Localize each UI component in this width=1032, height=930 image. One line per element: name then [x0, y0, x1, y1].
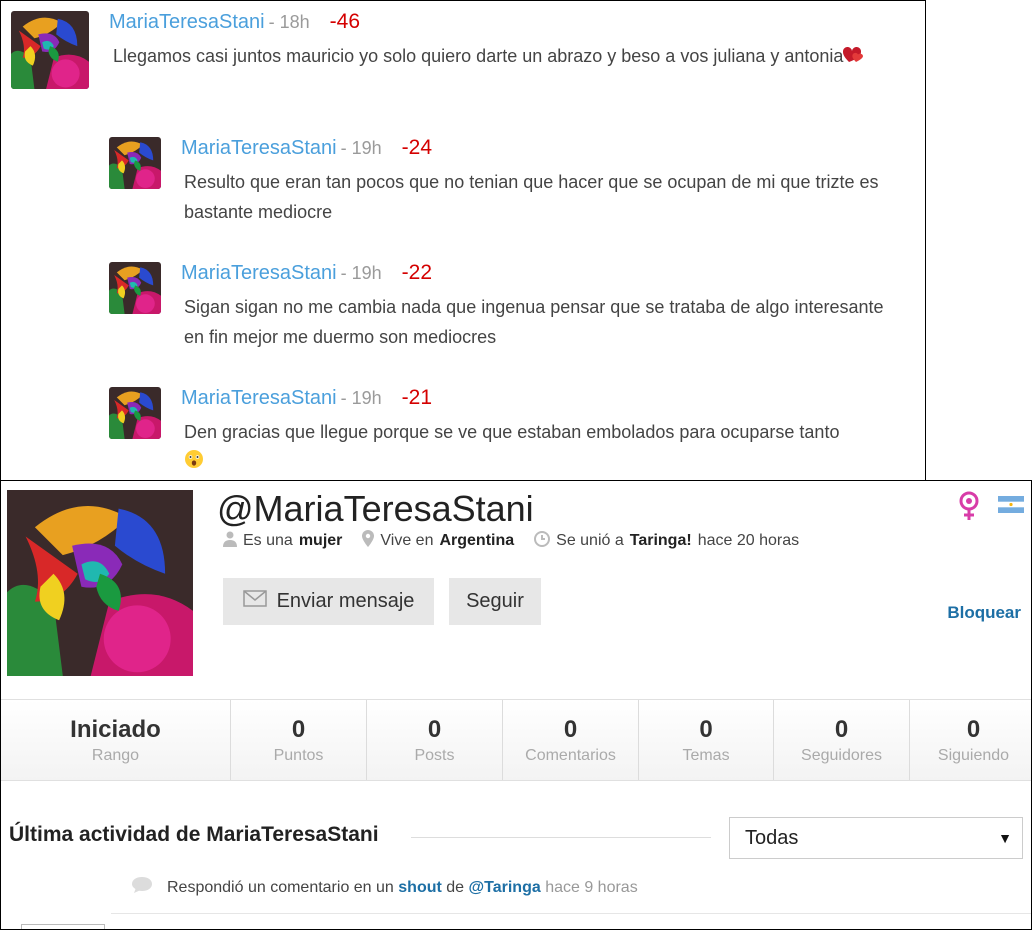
rose-avatar-image: [109, 262, 161, 314]
heart-icon: [843, 42, 864, 72]
profile-meta: Es una mujer Vive en Argentina Se unió a Ta…: [223, 530, 799, 552]
clock-icon: [534, 530, 551, 552]
activity-item: Respondió un comentario en un shout de @…: [131, 876, 638, 899]
filter-selected-value: Todas: [745, 826, 799, 849]
partial-element: [21, 924, 105, 929]
dropdown-arrow-icon: ▼: [998, 830, 1012, 846]
comment-text: Resulto que eran tan pocos que no tenian…: [184, 172, 879, 222]
stat-puntos[interactable]: 0 Puntos: [231, 700, 367, 780]
comment-time: - 18h: [268, 12, 310, 32]
activity-text-b: de: [446, 878, 465, 896]
stat-siguiendo[interactable]: 0 Siguiendo: [910, 700, 1031, 780]
avatar[interactable]: [109, 262, 161, 314]
joined-prefix: Se unió a: [556, 532, 624, 549]
female-symbol-icon: [958, 491, 980, 526]
comment-username[interactable]: MariaTeresaStani: [181, 387, 337, 409]
stat-label: Comentarios: [525, 746, 616, 764]
divider: [411, 837, 711, 838]
comment-username[interactable]: MariaTeresaStani: [109, 11, 265, 33]
activity-title: Última actividad de MariaTeresaStani: [9, 823, 379, 846]
comment-score: -21: [401, 386, 433, 409]
rose-avatar-image: [109, 137, 161, 189]
rose-profile-image: [7, 490, 193, 676]
comment-username[interactable]: MariaTeresaStani: [181, 262, 337, 284]
location-pin-icon: [362, 530, 375, 552]
stat-value: Iniciado: [70, 715, 161, 743]
joined-ago: hace 20 horas: [697, 532, 800, 549]
astonished-face-icon: [184, 448, 204, 478]
rose-avatar-image: [109, 387, 161, 439]
gender-info: Es una mujer: [223, 531, 342, 552]
stats-bar: Iniciado Rango 0 Puntos 0 Posts 0 Coment…: [1, 699, 1031, 781]
block-link[interactable]: Bloquear: [947, 603, 1021, 623]
comment-text: Llegamos casi juntos mauricio yo solo qu…: [113, 46, 844, 66]
gender-prefix: Es una: [243, 532, 293, 549]
activity-time: hace 9 horas: [545, 878, 638, 896]
location-prefix: Vive en: [380, 532, 434, 549]
comment-time: - 19h: [340, 138, 382, 158]
comment-time: - 19h: [340, 388, 382, 408]
stat-value: 0: [563, 715, 578, 743]
joined-site[interactable]: Taringa!: [630, 532, 692, 550]
activity-filter-select[interactable]: Todas ▼: [729, 817, 1023, 859]
comment-text: Den gracias que llegue porque se ve que …: [184, 422, 840, 442]
activity-text-a: Respondió un comentario en un: [167, 878, 394, 896]
stat-label: Seguidores: [801, 746, 882, 764]
rose-avatar-image: [11, 11, 89, 89]
comment-score: -22: [401, 261, 433, 284]
send-message-button[interactable]: Enviar mensaje: [223, 578, 434, 625]
stat-value: 0: [699, 715, 713, 743]
comment-time: - 19h: [340, 263, 382, 283]
stat-value: 0: [834, 715, 849, 743]
envelope-icon: [242, 590, 267, 613]
stat-value: 0: [966, 715, 981, 743]
stat-label: Rango: [91, 746, 140, 764]
user-silhouette-icon: [223, 531, 237, 552]
profile-handle: @MariaTeresaStani: [217, 488, 534, 529]
divider: [111, 913, 1031, 914]
avatar[interactable]: [109, 387, 161, 439]
location-value: Argentina: [439, 532, 515, 549]
follow-button[interactable]: Seguir: [449, 578, 541, 625]
stat-value: 0: [291, 715, 306, 743]
comment-text: Sigan sigan no me cambia nada que ingenu…: [184, 297, 884, 347]
speech-bubble-icon: [131, 876, 153, 899]
stat-label: Siguiendo: [937, 746, 1010, 764]
comments-panel: MariaTeresaStani - 18h -46 Llegamos casi j…: [0, 0, 926, 481]
comment-score: -46: [329, 10, 361, 33]
argentina-flag-icon: [998, 496, 1024, 513]
avatar[interactable]: [11, 11, 89, 89]
stat-value: 0: [427, 715, 442, 743]
stat-temas[interactable]: 0 Temas: [639, 700, 774, 780]
comment-username[interactable]: MariaTeresaStani: [181, 137, 337, 159]
stat-label: Posts: [414, 746, 455, 764]
follow-label: Seguir: [466, 590, 524, 612]
avatar[interactable]: [109, 137, 161, 189]
stat-comentarios[interactable]: 0 Comentarios: [503, 700, 639, 780]
gender-value: mujer: [298, 532, 343, 549]
stat-rango[interactable]: Iniciado Rango: [1, 700, 231, 780]
send-message-label: Enviar mensaje: [276, 590, 415, 612]
profile-panel: @MariaTeresaStani Es una mujer Vive en Arg…: [0, 480, 1032, 930]
joined-info: Se unió a Taringa! hace 20 horas: [534, 530, 800, 552]
taringa-user-link[interactable]: @Taringa: [469, 879, 541, 896]
stat-seguidores[interactable]: 0 Seguidores: [774, 700, 910, 780]
location-info: Vive en Argentina: [362, 530, 514, 552]
profile-photo: [7, 490, 193, 676]
stat-posts[interactable]: 0 Posts: [367, 700, 503, 780]
comment-score: -24: [401, 136, 433, 159]
stat-label: Puntos: [273, 746, 324, 764]
stat-label: Temas: [682, 746, 730, 764]
shout-link[interactable]: shout: [398, 879, 442, 896]
